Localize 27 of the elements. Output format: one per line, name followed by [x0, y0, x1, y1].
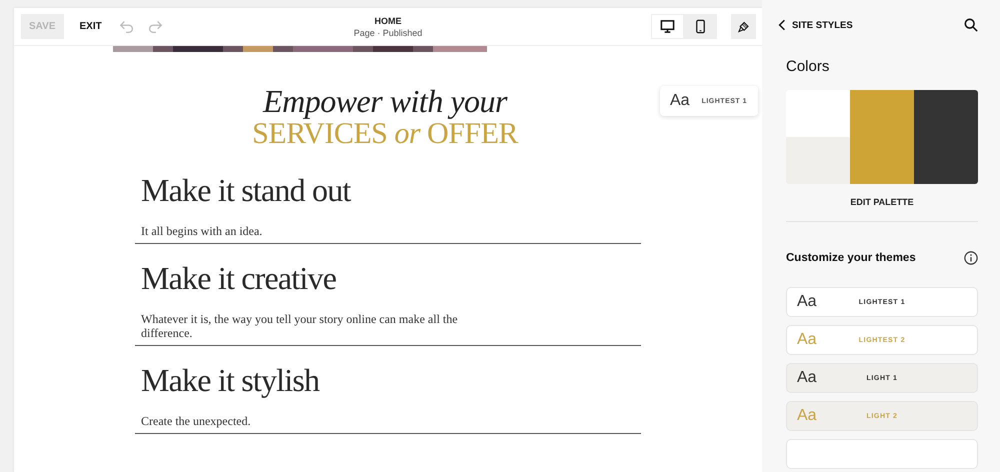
- page-status: Page · Published: [354, 28, 422, 38]
- search-icon[interactable]: [964, 18, 978, 32]
- theme-sample: Aa: [797, 293, 817, 311]
- theme-sample: Aa: [797, 331, 817, 349]
- section-text: It all begins with an idea.: [141, 224, 264, 238]
- page-title: HOME: [374, 16, 402, 26]
- desktop-view-button[interactable]: [651, 14, 684, 39]
- monitor-icon: [660, 19, 675, 34]
- section-heading: Make it creative: [141, 259, 338, 298]
- section-title: Customize your themes: [786, 252, 916, 264]
- back-link[interactable]: SITE STYLES: [778, 19, 853, 31]
- exit-button[interactable]: EXIT: [74, 17, 108, 36]
- subheadline: SERVICES or OFFER: [252, 118, 518, 150]
- chevron-left-icon: [778, 19, 786, 31]
- phone-icon: [693, 19, 708, 34]
- section-text: Create the unexpected.: [141, 414, 252, 428]
- section-text: Whatever it is, the way you tell your story online can make all the difference.: [141, 312, 459, 340]
- section-heading: Make it stand out: [141, 171, 352, 210]
- paintbrush-button[interactable]: [731, 14, 756, 39]
- edit-palette-button[interactable]: EDIT PALETTE: [844, 196, 920, 208]
- headline: Empower with your: [263, 84, 507, 118]
- theme-sample: Aa: [797, 369, 817, 387]
- theme-sample: Aa: [797, 407, 817, 425]
- color-palette[interactable]: [786, 90, 978, 184]
- section-heading: Make it stylish: [141, 361, 321, 400]
- info-icon[interactable]: [964, 251, 978, 265]
- section-title: Colors: [786, 58, 830, 75]
